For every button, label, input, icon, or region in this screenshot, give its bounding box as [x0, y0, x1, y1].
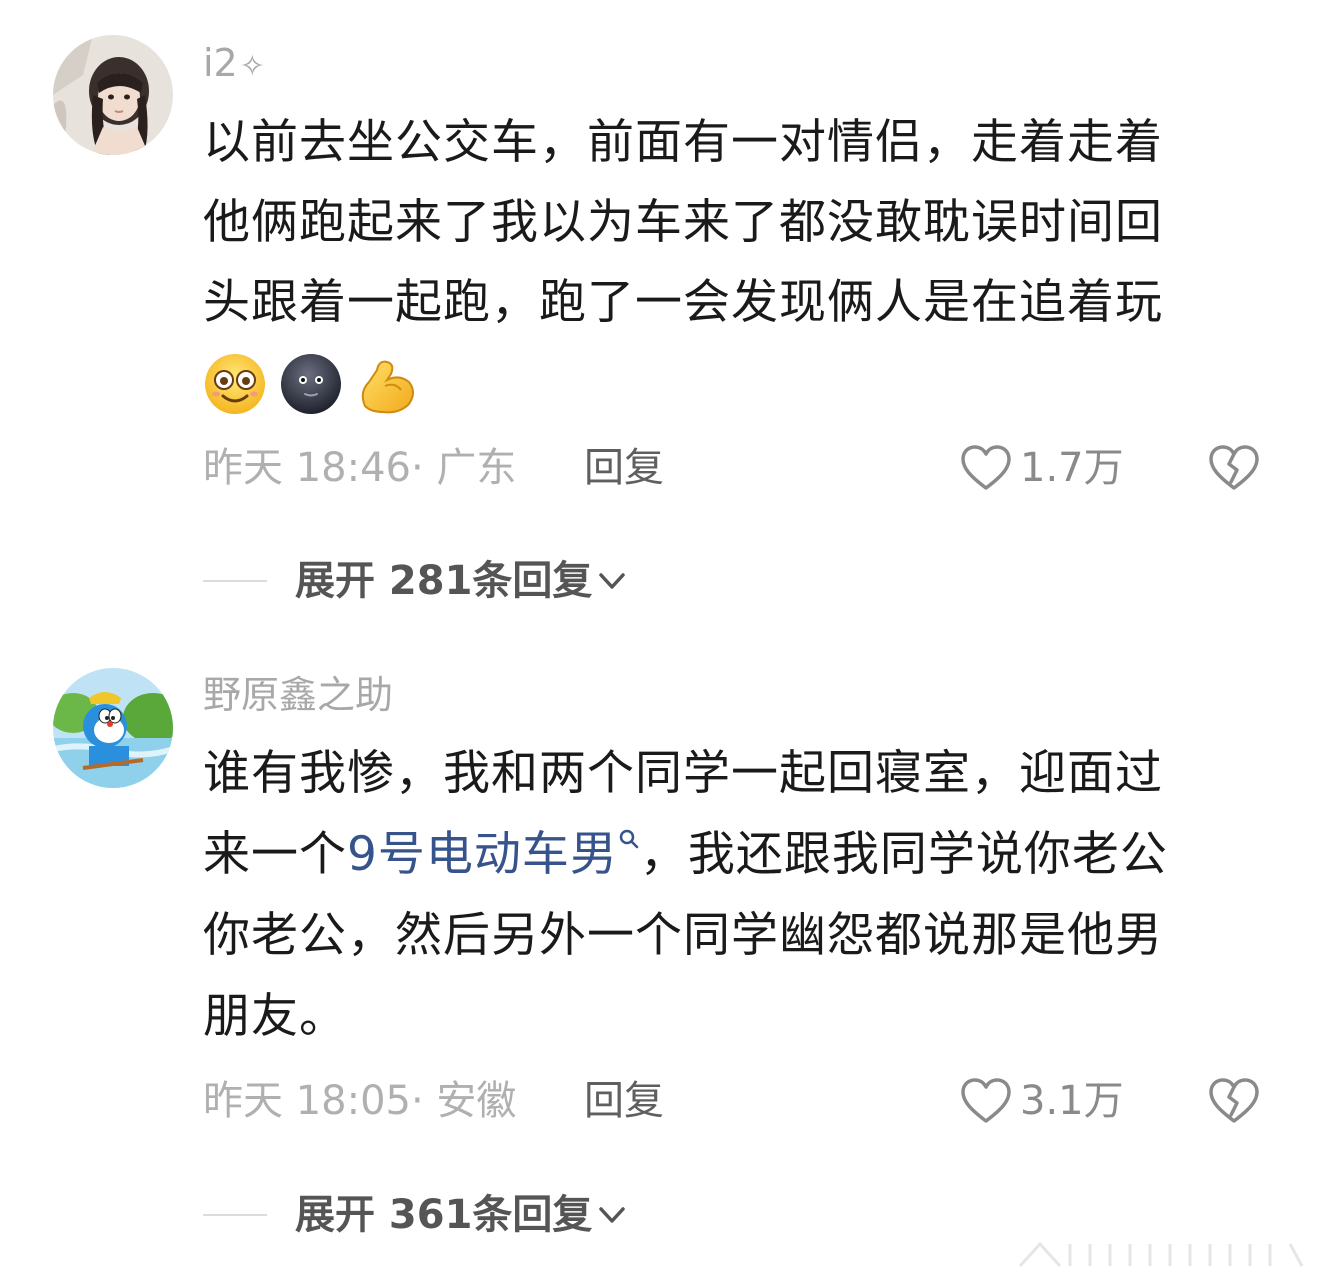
reply-button[interactable]: 回复 [584, 1076, 664, 1126]
watermark-graphic [1018, 1241, 1304, 1268]
expand-replies-label: 展开 361条回复 [295, 1192, 593, 1238]
comment-timestamp: 昨天 18:05· 安徽 [203, 1078, 517, 1124]
chevron-down-icon [599, 1207, 626, 1223]
comment-text-segment: ，我还跟我同学说你老公 [639, 827, 1168, 882]
comment-text-line: 来一个9号电动车男 ，我还跟我同学说你老公 [203, 825, 1168, 885]
username[interactable]: 野原鑫之助 [203, 670, 393, 720]
search-icon [618, 825, 640, 865]
avatar[interactable] [53, 668, 173, 788]
comment-text-segment: 来一个 [203, 827, 347, 882]
divider [203, 1214, 267, 1216]
heart-icon [961, 1078, 1011, 1123]
expand-replies-button[interactable]: 展开 361条回复 [203, 1190, 630, 1240]
comment-item: 野原鑫之助 谁有我惨，我和两个同学一起回寝室，迎面过 来一个9号电动车男 ，我还跟… [0, 0, 1317, 1280]
search-keyword-text: 9号电动车男 [347, 827, 618, 882]
broken-heart-icon [1209, 1078, 1259, 1123]
search-keyword-link[interactable]: 9号电动车男 [347, 827, 640, 882]
comment-list: i2✧ 以前去坐公交车，前面有一对情侣，走着走着 他俩跑起来了我以为车来了都没敢… [0, 0, 1317, 1280]
comment-text-line: 你老公，然后另外一个同学幽怨都说那是他男 [203, 908, 1163, 963]
dislike-button[interactable] [1206, 1073, 1262, 1129]
comment-text-line: 朋友。 [203, 989, 347, 1044]
like-count: 3.1万 [1020, 1078, 1124, 1124]
like-button[interactable]: 3.1万 [958, 1073, 1124, 1129]
comment-text-line: 谁有我惨，我和两个同学一起回寝室，迎面过 [203, 746, 1163, 801]
